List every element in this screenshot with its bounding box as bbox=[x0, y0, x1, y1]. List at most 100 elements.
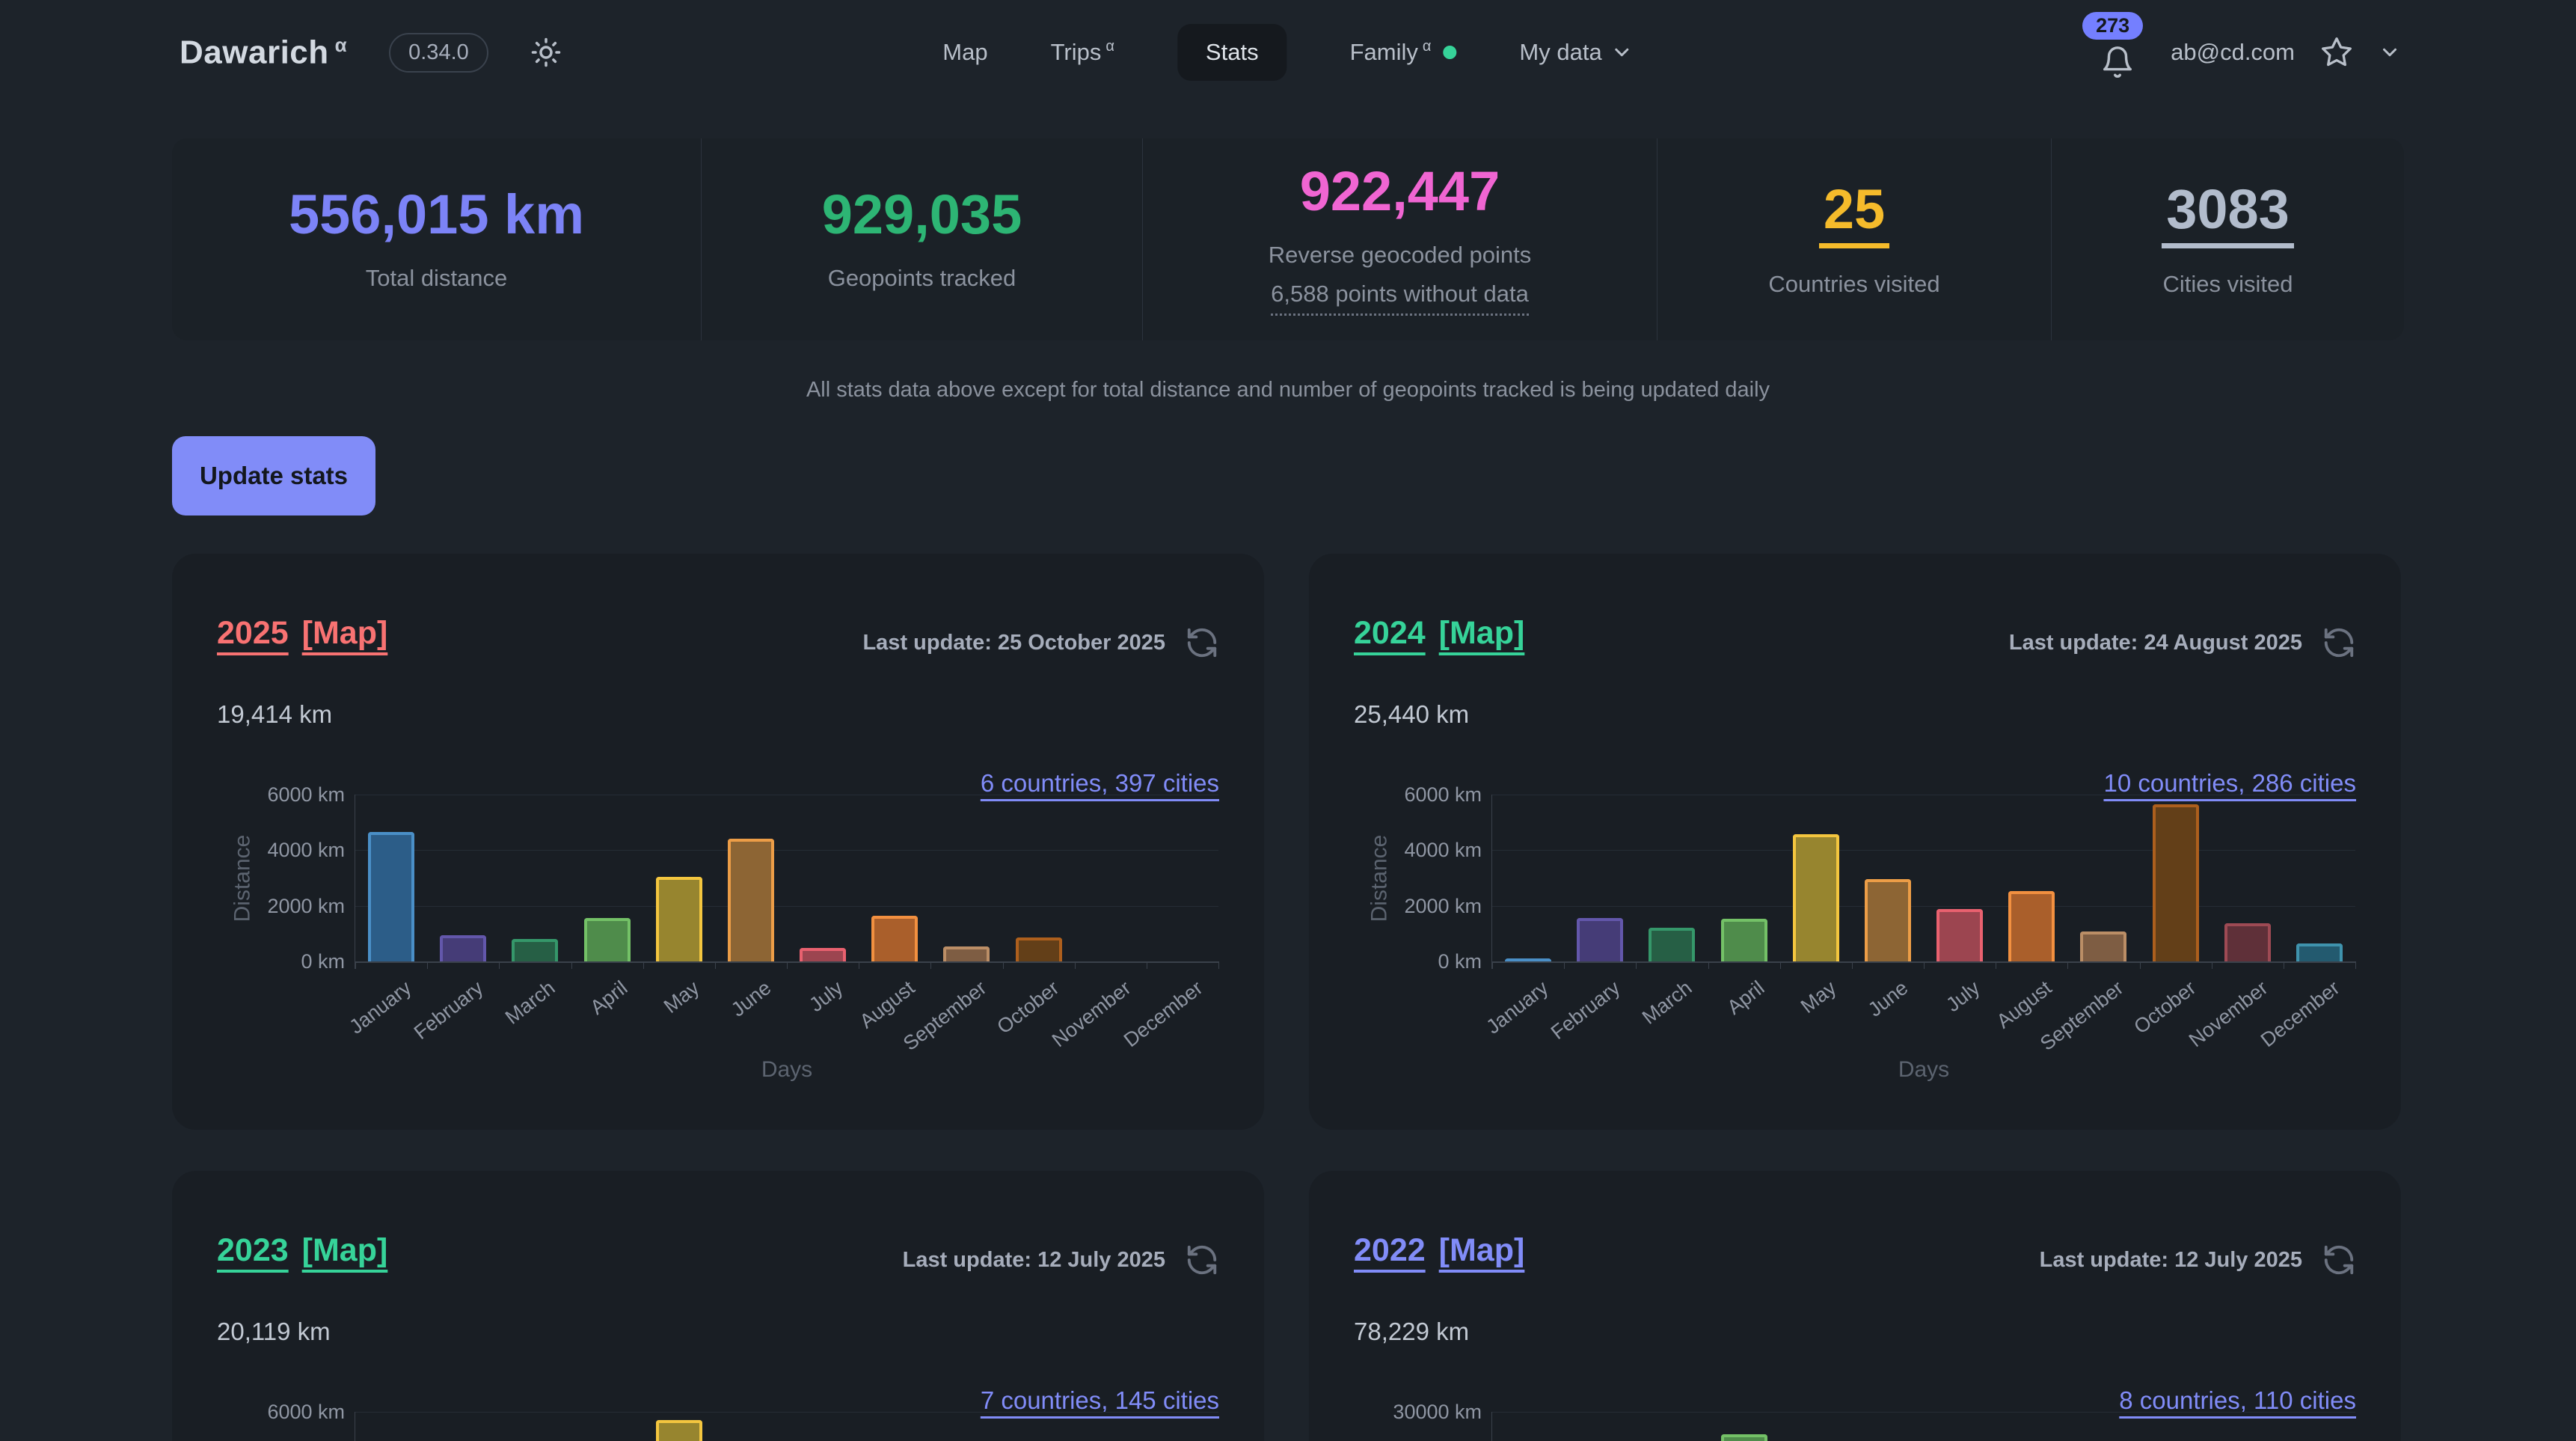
notification-count-badge: 273 bbox=[2082, 12, 2143, 40]
x-tick-mark bbox=[1780, 961, 1781, 969]
bar-september bbox=[943, 946, 990, 961]
year-map-link-2022[interactable]: [Map] bbox=[1439, 1232, 1525, 1268]
last-update-text: Last update: 12 July 2025 bbox=[2040, 1248, 2302, 1273]
y-axis-line bbox=[1491, 1412, 1492, 1441]
gridline bbox=[1492, 1412, 2355, 1413]
refresh-icon[interactable] bbox=[2322, 1243, 2356, 1277]
x-axis-title: Days bbox=[1898, 1057, 1949, 1083]
countries-cities-link[interactable]: 7 countries, 145 cities bbox=[981, 1386, 1219, 1415]
x-tick-mark bbox=[930, 961, 931, 969]
account-email[interactable]: ab@cd.com bbox=[2171, 39, 2295, 66]
x-tick-mark bbox=[1492, 961, 1493, 969]
y-tick-label: 30000 km bbox=[1309, 1401, 1482, 1424]
gridline bbox=[355, 850, 1218, 851]
year-link-2024[interactable]: 2024 bbox=[1354, 615, 1426, 651]
x-tick-label: January bbox=[1482, 976, 1553, 1039]
x-tick-label: May bbox=[1797, 976, 1841, 1018]
bar-may bbox=[1793, 834, 1839, 961]
x-tick-mark bbox=[1564, 961, 1565, 969]
app-title[interactable]: Dawarichα bbox=[180, 34, 347, 72]
x-tick-mark bbox=[427, 961, 428, 969]
x-tick-label: July bbox=[1942, 976, 1984, 1017]
stats-update-note: All stats data above except for total di… bbox=[0, 378, 2576, 403]
stat-label: Geopoints tracked bbox=[828, 265, 1016, 292]
bar-october bbox=[2153, 804, 2199, 961]
y-tick-label: 4000 km bbox=[1309, 839, 1482, 862]
year-card-2022: 2022[Map]Last update: 12 July 202578,229… bbox=[1309, 1171, 2401, 1441]
x-tick-label: February bbox=[410, 976, 488, 1044]
year-distance: 19,414 km bbox=[217, 700, 332, 729]
x-tick-label: March bbox=[501, 976, 559, 1029]
year-card-2025: 2025 [Map] Last update: 25 October 2025 19,… bbox=[172, 554, 1264, 1130]
navbar-left: Dawarichα 0.34.0 bbox=[180, 0, 562, 105]
countries-cities-link[interactable]: 6 countries, 397 cities bbox=[981, 769, 1219, 798]
star-icon[interactable] bbox=[2320, 36, 2353, 69]
stat-value: 922,447 bbox=[1300, 164, 1500, 219]
year-map-link-2025[interactable]: [Map] bbox=[302, 615, 388, 651]
x-tick-label: November bbox=[2185, 976, 2272, 1052]
update-stats-button[interactable]: Update stats bbox=[172, 436, 375, 515]
year-distance: 25,440 km bbox=[1354, 700, 1469, 729]
points-without-data-link[interactable]: 6,588 points without data bbox=[1271, 281, 1529, 316]
x-tick-label: November bbox=[1048, 976, 1135, 1052]
x-tick-mark bbox=[2355, 961, 2356, 969]
countries-cities-link[interactable]: 10 countries, 286 cities bbox=[2103, 769, 2356, 798]
nav-item-map[interactable]: Map bbox=[942, 39, 987, 66]
year-map-link-2024[interactable]: [Map] bbox=[1439, 615, 1525, 651]
x-tick-mark bbox=[715, 961, 716, 969]
nav-item-my-data[interactable]: My data bbox=[1519, 39, 1633, 66]
x-tick-label: March bbox=[1638, 976, 1696, 1029]
x-tick-label: August bbox=[856, 976, 919, 1033]
year-link-2025[interactable]: 2025 bbox=[217, 615, 289, 651]
x-tick-mark bbox=[787, 961, 788, 969]
refresh-icon[interactable] bbox=[1185, 625, 1219, 660]
countries-cities-link[interactable]: 8 countries, 110 cities bbox=[2119, 1386, 2356, 1415]
bar-december bbox=[2296, 943, 2343, 961]
year-map-link-2023[interactable]: [Map] bbox=[302, 1232, 388, 1268]
family-online-dot bbox=[1443, 46, 1456, 59]
bar-march bbox=[512, 939, 558, 961]
bar-june bbox=[728, 839, 774, 961]
bar-may bbox=[656, 877, 702, 961]
dawarich-stats-page: { "nav": { "brand": "Dawarich", "alpha":… bbox=[0, 0, 2576, 1441]
bar-november bbox=[2224, 923, 2271, 961]
y-axis-title: Distance bbox=[230, 834, 255, 922]
x-tick-mark bbox=[643, 961, 644, 969]
nav-item-trips[interactable]: Tripsα bbox=[1051, 39, 1114, 66]
stat-value: 25 bbox=[1819, 182, 1889, 248]
x-tick-mark bbox=[571, 961, 572, 969]
year-card-title: 2023 [Map] bbox=[217, 1232, 387, 1269]
stat-card-countries-visited: 25Countries visited bbox=[1657, 138, 2051, 340]
notifications-button[interactable]: 273 bbox=[2100, 45, 2135, 79]
nav-item-stats[interactable]: Stats bbox=[1177, 24, 1287, 81]
x-tick-label: December bbox=[1120, 976, 1207, 1052]
x-axis-title: Days bbox=[761, 1057, 812, 1083]
year-link-2023[interactable]: 2023 bbox=[217, 1232, 289, 1268]
theme-toggle-sun-icon[interactable] bbox=[530, 37, 562, 68]
y-tick-label: 4000 km bbox=[172, 839, 345, 862]
stat-label: Total distance bbox=[366, 265, 508, 292]
account-chevron-down-icon[interactable] bbox=[2379, 41, 2401, 64]
year-card-title: 2024 [Map] bbox=[1354, 615, 1524, 652]
last-update-text: Last update: 25 October 2025 bbox=[862, 631, 1165, 655]
bar-january bbox=[1505, 958, 1551, 961]
bar-july bbox=[1936, 909, 1983, 961]
last-update-group: Last update: 12 July 2025 bbox=[2040, 1243, 2356, 1277]
x-tick-label: June bbox=[1864, 976, 1913, 1021]
x-tick-mark bbox=[1924, 961, 1925, 969]
x-tick-label: August bbox=[1993, 976, 2056, 1033]
stat-card-cities-visited: 3083Cities visited bbox=[2051, 138, 2404, 340]
bar-february bbox=[1577, 918, 1623, 961]
x-tick-label: July bbox=[805, 976, 847, 1017]
year-link-2022[interactable]: 2022 bbox=[1354, 1232, 1426, 1268]
x-tick-label: June bbox=[727, 976, 776, 1021]
nav-item-family[interactable]: Familyα bbox=[1350, 39, 1457, 66]
stat-card-reverse-geocoded-points: 922,447Reverse geocoded points6,588 poin… bbox=[1142, 138, 1657, 340]
refresh-icon[interactable] bbox=[2322, 625, 2356, 660]
y-axis-title: Distance bbox=[1367, 834, 1392, 922]
navbar: Dawarichα 0.34.0 Map Tripsα Stats Family… bbox=[0, 0, 2576, 105]
x-tick-label: May bbox=[660, 976, 704, 1018]
refresh-icon[interactable] bbox=[1185, 1243, 1219, 1277]
y-tick-label: 6000 km bbox=[172, 1401, 345, 1424]
x-tick-mark bbox=[355, 961, 356, 969]
